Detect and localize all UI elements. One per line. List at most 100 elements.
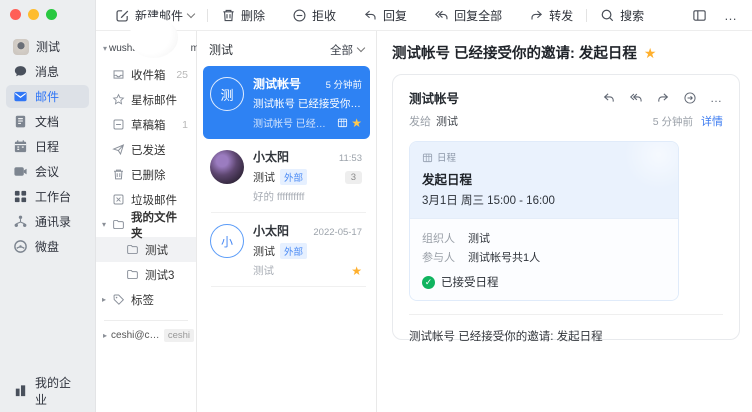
external-badge: 外部 xyxy=(280,243,307,259)
draft-count: 1 xyxy=(182,119,188,131)
email-list-item[interactable]: 小 小太阳 2022-05-17 测试 外部 测试 ★ xyxy=(203,213,370,287)
inbox-icon xyxy=(112,68,125,81)
calendar-icon xyxy=(422,152,433,163)
tag-icon xyxy=(112,293,125,306)
block-icon xyxy=(292,8,307,23)
to-recipient[interactable]: 测试 xyxy=(436,113,458,129)
reply-icon[interactable] xyxy=(602,91,616,105)
organizer-label: 组织人 xyxy=(422,230,468,246)
divider xyxy=(211,286,366,287)
redaction-blob xyxy=(129,17,178,58)
reject-button[interactable]: 拒收 xyxy=(292,7,336,24)
user-avatar xyxy=(13,39,29,55)
email-sender: 测试帐号 xyxy=(253,75,322,92)
org-chart-icon xyxy=(13,214,28,229)
sidebar-item-drive[interactable]: 微盘 xyxy=(6,235,89,258)
email-list-item[interactable]: 小太阳 11:53 测试 外部 3 好的 ffffffffff xyxy=(203,139,370,213)
reply-button[interactable]: 回复 xyxy=(363,7,407,24)
reply-all-icon xyxy=(434,8,449,23)
email-subject: 测试帐号 已经接受你的邀请: 发... xyxy=(253,96,362,111)
secondary-account[interactable]: ▸ ceshi@ces66... ceshi xyxy=(96,327,196,342)
reading-pane: 测试帐号 已经接受你的邀请: 发起日程 ★ 测试帐号 … 发给 测试 5 分钟前… xyxy=(378,31,752,412)
email-tag: 测试 xyxy=(253,169,275,185)
email-preview: 测试 xyxy=(253,263,351,278)
user-name: 测试 xyxy=(36,38,60,55)
participants-value: 测试帐号共1人 xyxy=(468,249,540,265)
folder-test3[interactable]: 测试3 xyxy=(96,262,196,287)
folder-pane: ▾ wushan@c m 收件箱 25 星标邮件 草稿箱 1 已发送 已删除 xyxy=(96,31,197,412)
folder-inbox[interactable]: 收件箱 25 xyxy=(96,62,196,87)
forward-icon xyxy=(529,8,544,23)
details-link[interactable]: 详情 xyxy=(701,113,723,129)
minimize-window-button[interactable] xyxy=(28,9,39,20)
event-type-label: 日程 xyxy=(437,150,456,164)
folder-icon xyxy=(126,243,139,256)
compose-icon xyxy=(115,8,130,23)
sidebar-item-calendar[interactable]: 日程 xyxy=(6,135,89,158)
organizer-value: 测试 xyxy=(468,230,490,246)
avatar: 测 xyxy=(210,77,244,111)
accepted-check-icon: ✓ xyxy=(422,276,435,289)
avatar: 小 xyxy=(210,224,244,258)
search-icon xyxy=(600,8,615,23)
sidebar-item-workbench[interactable]: 工作台 xyxy=(6,185,89,208)
folder-icon xyxy=(126,268,139,281)
more-options-icon[interactable]: … xyxy=(724,8,738,23)
email-title: 测试帐号 已经接受你的邀请: 发起日程 xyxy=(392,42,637,63)
sidebar-item-docs[interactable]: 文档 xyxy=(6,110,89,133)
building-icon xyxy=(13,383,28,398)
forward-icon[interactable] xyxy=(656,91,670,105)
more-actions-icon[interactable]: … xyxy=(710,91,723,105)
folder-drafts[interactable]: 草稿箱 1 xyxy=(96,112,196,137)
folder-deleted[interactable]: 已删除 xyxy=(96,162,196,187)
folder-icon xyxy=(112,218,125,231)
external-badge: 外部 xyxy=(280,169,307,185)
email-preview: 好的 ffffffffff xyxy=(253,189,362,204)
chevron-down-icon xyxy=(357,44,365,52)
mail-app-window: 测试 消息 邮件 文档 日程 会议 xyxy=(0,0,752,412)
secondary-account-address: ceshi@ces66... xyxy=(111,330,160,341)
reply-icon xyxy=(363,8,378,23)
sidebar-item-contacts[interactable]: 通讯录 xyxy=(6,210,89,233)
forward-button[interactable]: 转发 xyxy=(529,7,573,24)
filter-dropdown[interactable]: 全部 xyxy=(330,42,364,58)
maximize-window-button[interactable] xyxy=(46,9,57,20)
delete-button[interactable]: 删除 xyxy=(221,7,265,24)
collapse-triangle-icon: ▾ xyxy=(102,221,106,229)
email-list-item-selected[interactable]: 测 测试帐号 5 分钟前 测试帐号 已经接受你的邀请: 发... 测试帐号 已经… xyxy=(203,66,370,139)
reply-all-button[interactable]: 回复全部 xyxy=(434,7,502,24)
folder-my-folders[interactable]: ▾ 我的文件夹 xyxy=(96,212,196,237)
folder-tags[interactable]: ▸ 标签 xyxy=(96,287,196,312)
window-controls xyxy=(10,9,57,20)
sidebar-item-mail[interactable]: 邮件 xyxy=(6,85,89,108)
email-time: 5 分钟前 xyxy=(326,77,362,91)
video-camera-icon xyxy=(13,164,28,179)
trash-icon xyxy=(112,168,125,181)
divider xyxy=(104,320,188,321)
reply-all-icon[interactable] xyxy=(629,91,643,105)
sidebar-item-messages[interactable]: 消息 xyxy=(6,60,89,83)
layout-panel-icon[interactable] xyxy=(692,8,707,23)
folder-test[interactable]: 测试 xyxy=(96,237,196,262)
email-body-text: 测试帐号 已经接受你的邀请: 发起日程 xyxy=(409,328,723,344)
email-preview: 测试帐号 已经接受你的邀请 xyxy=(253,115,334,130)
calendar-event-card[interactable]: 日程 发起日程 3月1日 周三 15:00 - 16:00 组织人 测试 参与人… xyxy=(409,141,679,301)
email-sender: 小太阳 xyxy=(253,148,335,165)
folder-sent[interactable]: 已发送 xyxy=(96,137,196,162)
sidebar-item-my-company[interactable]: 我的企业 xyxy=(6,379,89,402)
star-icon[interactable]: ★ xyxy=(644,46,657,60)
search-button[interactable]: 搜索 xyxy=(600,7,644,24)
close-window-button[interactable] xyxy=(10,9,21,20)
folder-starred[interactable]: 星标邮件 xyxy=(96,87,196,112)
toolbar-divider xyxy=(207,9,208,22)
sidebar-item-profile[interactable]: 测试 xyxy=(6,35,89,58)
event-status: 已接受日程 xyxy=(441,274,499,290)
recall-icon[interactable] xyxy=(683,91,697,105)
mail-icon xyxy=(13,89,28,104)
app-sidebar: 测试 消息 邮件 文档 日程 会议 xyxy=(0,0,96,412)
trash-icon xyxy=(221,8,236,23)
star-outline-icon xyxy=(112,93,125,106)
sidebar-item-meeting[interactable]: 会议 xyxy=(6,160,89,183)
participants-label: 参与人 xyxy=(422,249,468,265)
junk-icon xyxy=(112,193,125,206)
